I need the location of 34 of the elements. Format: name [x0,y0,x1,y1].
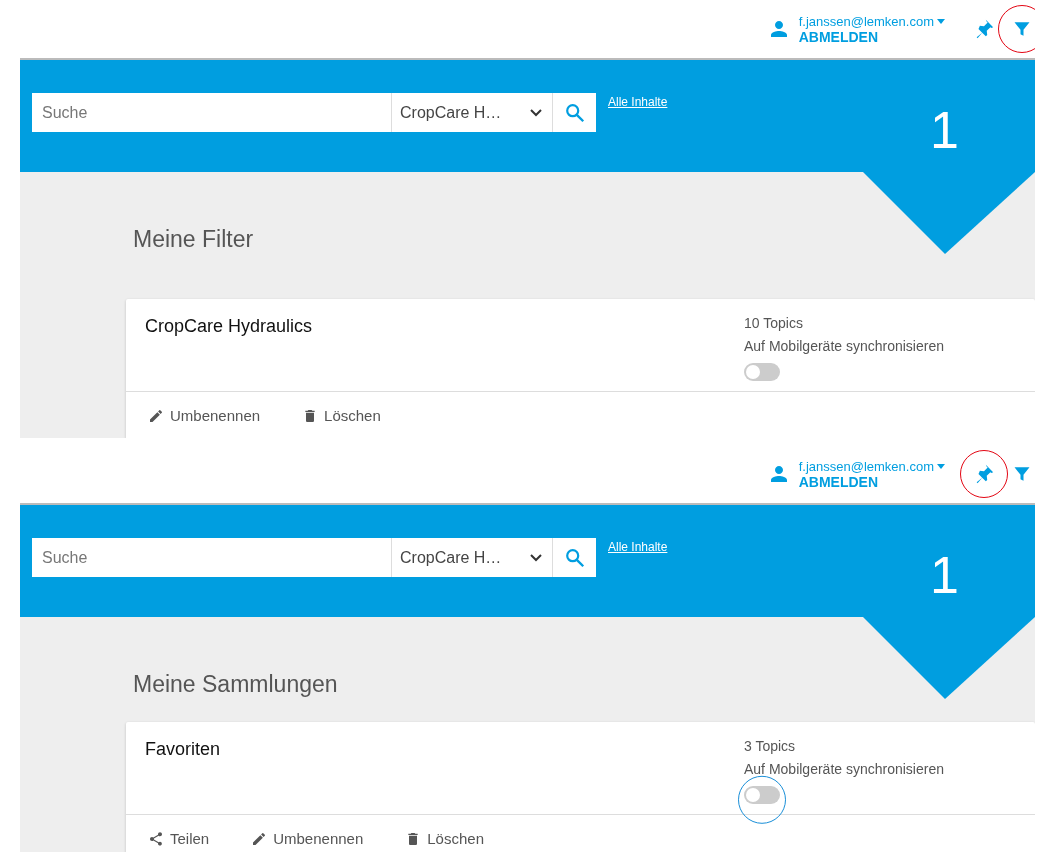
sync-toggle[interactable] [744,363,780,381]
scope-dropdown[interactable]: CropCare H… [391,538,552,577]
filter-icon [1013,20,1031,38]
sync-label: Auf Mobilgeräte synchronisieren [744,761,945,777]
section-heading: Meine Filter [133,226,255,253]
search-icon [563,101,586,124]
card-title: Favoriten [145,739,221,761]
share-icon [148,830,164,847]
result-count: 1 [930,100,959,160]
caret-icon [937,18,945,24]
search-field[interactable]: Suche [32,93,391,132]
search-button[interactable] [552,93,596,132]
sync-toggle[interactable] [744,786,780,804]
section-heading: Meine Sammlungen [133,671,339,698]
delete-button[interactable]: Löschen [302,407,381,424]
result-count: 1 [930,545,959,605]
chevron-down-icon [530,108,542,117]
search-field[interactable]: Suche [32,538,391,577]
rename-button[interactable]: Umbenennen [251,830,364,847]
caret-icon [937,463,945,469]
topic-count: 3 Topics [744,738,797,754]
scope-dropdown[interactable]: CropCare H… [391,93,552,132]
pencil-icon [251,830,268,847]
card-title: CropCare Hydraulics [145,316,313,338]
filter-icon [1013,465,1031,483]
pencil-icon [148,407,164,424]
topic-count: 10 Topics [744,315,804,331]
search-button[interactable] [552,538,596,577]
sync-label: Auf Mobilgeräte synchronisieren [744,338,945,354]
share-button[interactable]: Teilen [148,830,210,847]
chevron-down-icon [530,553,542,562]
search-icon [563,546,586,569]
delete-button[interactable]: Löschen [405,830,484,847]
rename-button[interactable]: Umbenennen [148,407,261,424]
